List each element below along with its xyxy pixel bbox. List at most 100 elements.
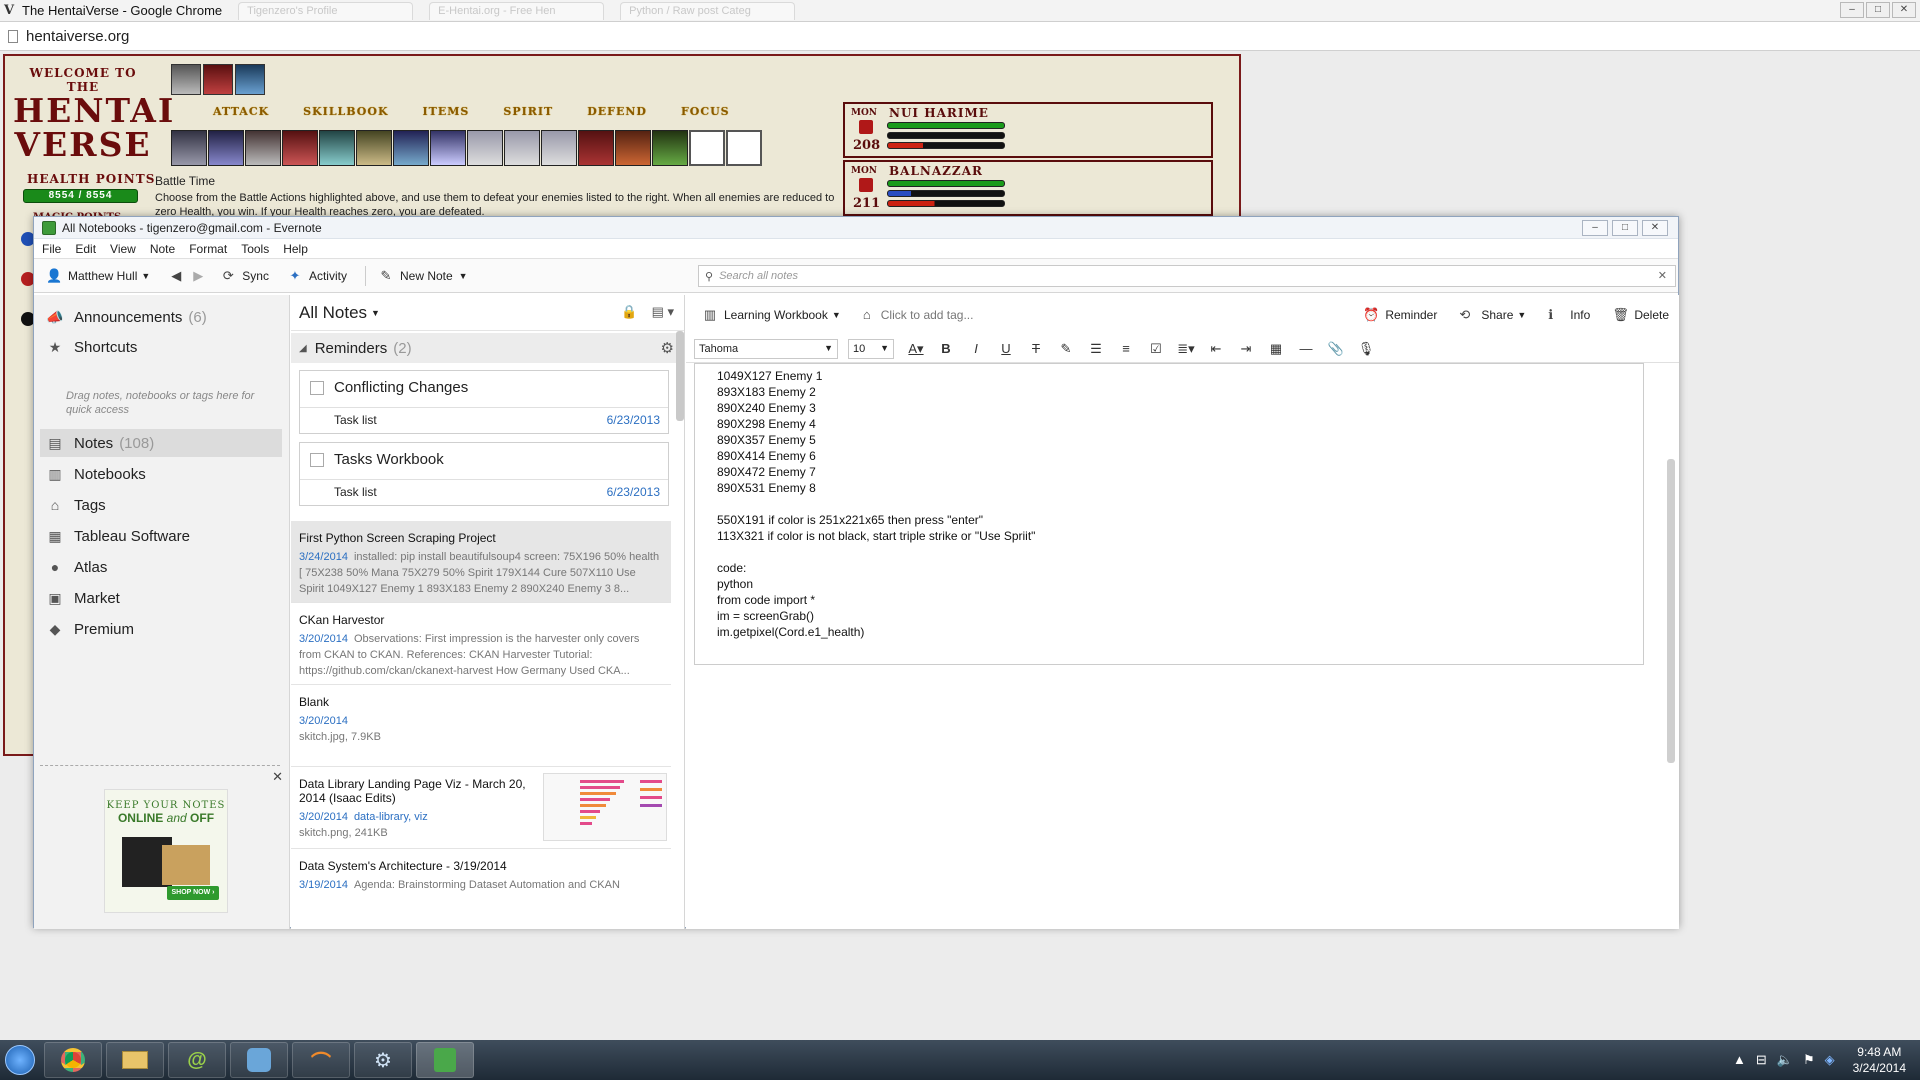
- taskbar-explorer[interactable]: [106, 1042, 164, 1078]
- party-portrait[interactable]: [235, 64, 265, 95]
- note-body[interactable]: 1049X127 Enemy 1 893X183 Enemy 2 890X240…: [694, 363, 1644, 665]
- font-family-select[interactable]: Tahoma ▼: [694, 338, 838, 359]
- skill-slot[interactable]: [578, 130, 614, 166]
- new-note-button[interactable]: ✎ New Note ▼: [378, 268, 468, 284]
- list-item[interactable]: CKan Harvestor 3/20/2014 Observations: Fi…: [291, 603, 671, 685]
- sidebar-item-atlas[interactable]: ● Atlas: [46, 555, 108, 579]
- skill-slot[interactable]: [430, 130, 466, 166]
- clear-search-icon[interactable]: ✕: [1658, 269, 1667, 282]
- note-list-scrollbar[interactable]: [676, 331, 684, 421]
- reminder-checkbox[interactable]: [310, 453, 324, 467]
- skill-slot[interactable]: [504, 130, 540, 166]
- party-portrait[interactable]: [203, 64, 233, 95]
- skill-slot[interactable]: [393, 130, 429, 166]
- show-hidden-icons-icon[interactable]: ▲: [1733, 1052, 1746, 1068]
- monster-card[interactable]: MON NUI HARIME 208: [843, 102, 1213, 158]
- lock-icon[interactable]: 🔒: [621, 304, 637, 320]
- skill-slot[interactable]: [652, 130, 688, 166]
- list-item[interactable]: Data Library Landing Page Viz - March 20…: [291, 767, 671, 849]
- taskbar-chrome[interactable]: [44, 1042, 102, 1078]
- align-icon[interactable]: ≣▾: [1174, 341, 1198, 357]
- menu-file[interactable]: File: [42, 242, 61, 256]
- network-icon[interactable]: ⊟: [1756, 1052, 1767, 1068]
- all-notes-dropdown[interactable]: All Notes: [299, 303, 367, 323]
- skill-slot[interactable]: [171, 130, 207, 166]
- add-tag-input[interactable]: Click to add tag...: [881, 308, 974, 322]
- address-bar[interactable]: hentaiverse.org: [0, 22, 1920, 51]
- reminder-card[interactable]: Tasks Workbook Task list 6/23/2013: [299, 442, 669, 506]
- account-button[interactable]: 👤 Matthew Hull ▼: [46, 268, 150, 284]
- sync-button[interactable]: ⟳ Sync: [220, 268, 269, 284]
- list-item[interactable]: Blank 3/20/2014 skitch.jpg, 7.9KB: [291, 685, 671, 767]
- notebook-selector[interactable]: ▥ Learning Workbook ▼: [702, 307, 841, 323]
- info-button[interactable]: ℹ Info: [1548, 307, 1590, 323]
- focus-tab[interactable]: FOCUS: [681, 105, 730, 118]
- microphone-icon[interactable]: 🎙: [1354, 341, 1378, 357]
- strikethrough-icon[interactable]: T: [1024, 341, 1048, 356]
- shop-now-button[interactable]: SHOP NOW ›: [167, 886, 219, 900]
- bulleted-list-icon[interactable]: ☰: [1084, 341, 1108, 357]
- taskbar-evernote[interactable]: [416, 1042, 474, 1078]
- sidebar-item-premium[interactable]: ◆ Premium: [46, 617, 134, 641]
- reminder-card[interactable]: Conflicting Changes Task list 6/23/2013: [299, 370, 669, 434]
- sidebar-item-notebooks[interactable]: ▥ Notebooks: [46, 462, 145, 486]
- items-tab[interactable]: ITEMS: [423, 105, 470, 118]
- chrome-tab[interactable]: Python / Raw post Categ: [620, 1, 796, 20]
- chevron-down-icon[interactable]: ▼: [371, 308, 380, 318]
- skill-slot[interactable]: [541, 130, 577, 166]
- menu-tools[interactable]: Tools: [241, 242, 269, 256]
- horizontal-rule-icon[interactable]: —: [1294, 341, 1318, 356]
- volume-icon[interactable]: 🔈: [1777, 1052, 1793, 1068]
- highlight-icon[interactable]: ✎: [1054, 341, 1078, 357]
- reminders-header[interactable]: ◢ Reminders (2) ⚙: [291, 333, 684, 363]
- checkbox-icon[interactable]: ☑: [1144, 341, 1168, 357]
- search-input[interactable]: ⚲ Search all notes ✕: [698, 265, 1676, 287]
- outdent-icon[interactable]: ⇤: [1204, 341, 1228, 357]
- start-button[interactable]: [0, 1040, 40, 1080]
- skill-slot[interactable]: [208, 130, 244, 166]
- party-portrait[interactable]: [171, 64, 201, 95]
- font-size-select[interactable]: 10 ▼: [848, 338, 894, 359]
- close-button[interactable]: ✕: [1892, 2, 1916, 18]
- skill-slot-empty[interactable]: [689, 130, 725, 166]
- list-item[interactable]: Data System's Architecture - 3/19/2014 3…: [291, 849, 671, 929]
- collapse-triangle-icon[interactable]: ◢: [299, 343, 307, 354]
- italic-icon[interactable]: I: [964, 341, 988, 356]
- maximize-button[interactable]: □: [1866, 2, 1890, 18]
- numbered-list-icon[interactable]: ≡: [1114, 341, 1138, 356]
- skill-slot[interactable]: [282, 130, 318, 166]
- underline-icon[interactable]: U: [994, 341, 1018, 356]
- skillbook-tab[interactable]: SKILLBOOK: [303, 105, 388, 118]
- clock[interactable]: 9:48 AM 3/24/2014: [1853, 1044, 1906, 1076]
- skill-slot-empty[interactable]: [726, 130, 762, 166]
- sidebar-item-tags[interactable]: ⌂ Tags: [46, 493, 106, 517]
- reminder-button[interactable]: ⏰ Reminder: [1363, 307, 1437, 323]
- menu-format[interactable]: Format: [189, 242, 227, 256]
- minimize-button[interactable]: –: [1582, 220, 1608, 236]
- taskbar-matlab[interactable]: ⌒: [292, 1042, 350, 1078]
- monster-card[interactable]: MON BALNAZZAR 211: [843, 160, 1213, 216]
- taskbar-finder[interactable]: [230, 1042, 288, 1078]
- skill-slot[interactable]: [356, 130, 392, 166]
- market-ad[interactable]: KEEP YOUR NOTES ONLINE and OFF SHOP NOW …: [104, 789, 228, 913]
- gear-icon[interactable]: ⚙: [661, 339, 674, 357]
- sidebar-item-market[interactable]: ▣ Market: [46, 586, 119, 610]
- bold-icon[interactable]: B: [934, 341, 958, 356]
- close-button[interactable]: ✕: [1642, 220, 1668, 236]
- forward-arrow-icon[interactable]: ▶: [190, 268, 206, 284]
- taskbar-control-panel[interactable]: ⚙: [354, 1042, 412, 1078]
- sidebar-item-tableau[interactable]: ▦ Tableau Software: [46, 524, 190, 548]
- chrome-tab[interactable]: Tigenzero's Profile: [238, 1, 414, 20]
- sidebar-item-notes[interactable]: ▤ Notes (108): [46, 431, 154, 455]
- url-text[interactable]: hentaiverse.org: [26, 28, 129, 45]
- menu-help[interactable]: Help: [283, 242, 308, 256]
- menu-edit[interactable]: Edit: [75, 242, 96, 256]
- activity-button[interactable]: ✦ Activity: [287, 268, 347, 284]
- skill-slot[interactable]: [319, 130, 355, 166]
- dropbox-icon[interactable]: ◈: [1825, 1052, 1835, 1068]
- note-editor-scrollbar[interactable]: [1667, 459, 1675, 763]
- font-color-icon[interactable]: A▾: [904, 341, 928, 357]
- taskbar-email[interactable]: @: [168, 1042, 226, 1078]
- skill-slot[interactable]: [615, 130, 651, 166]
- close-ad-icon[interactable]: ✕: [272, 769, 283, 785]
